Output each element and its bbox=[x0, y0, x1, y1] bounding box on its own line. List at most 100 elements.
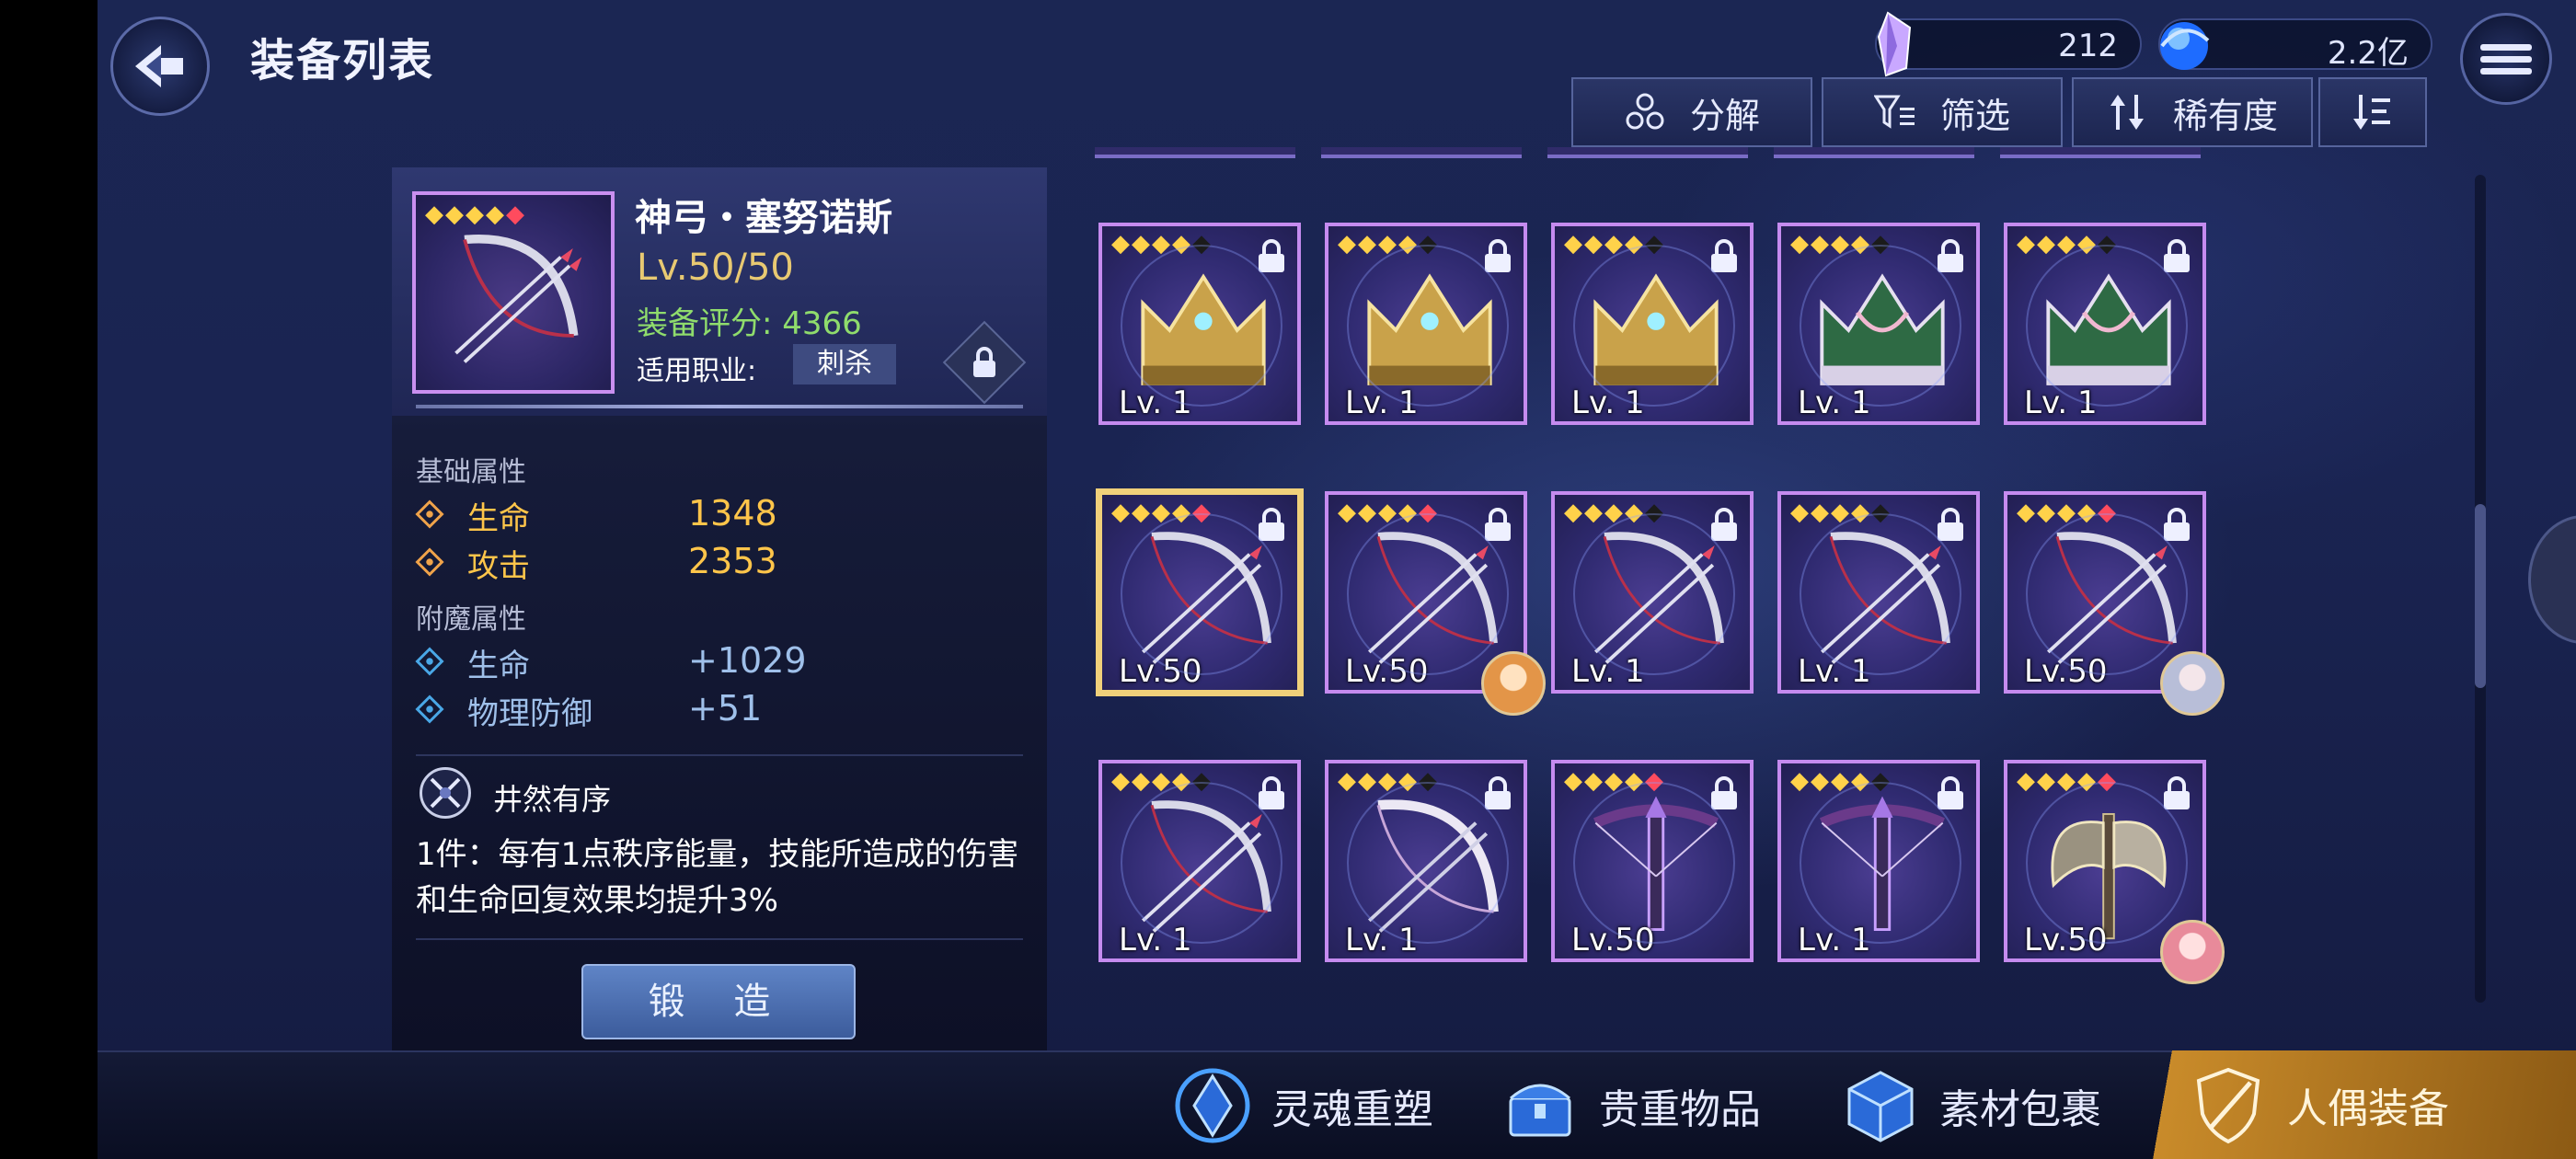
star-icon: ◆ bbox=[1398, 499, 1417, 526]
side-float-button[interactable] bbox=[2528, 515, 2576, 644]
star-icon: ◆ bbox=[1811, 499, 1829, 526]
divider bbox=[416, 754, 1023, 756]
decompose-button[interactable]: 分解 bbox=[1571, 77, 1812, 147]
resource-orb[interactable]: 2.2亿 bbox=[2158, 18, 2432, 72]
scrollbar-thumb[interactable] bbox=[2475, 504, 2486, 688]
axe-icon bbox=[2051, 813, 2167, 940]
inventory-slot[interactable]: ◆ ◆ ◆ ◆ ◆ Lv.50 bbox=[2000, 756, 2225, 984]
star-icon: ◆ bbox=[1871, 230, 1890, 258]
star-icon: ◆ bbox=[1111, 499, 1130, 526]
slot-level: Lv. 1 bbox=[1119, 384, 1192, 421]
lock-icon bbox=[1485, 239, 1511, 272]
bow-red-icon bbox=[1368, 532, 1498, 664]
nav-doll-equipment[interactable]: 人偶装备 bbox=[2116, 1050, 2576, 1159]
sort-arrows-icon bbox=[2110, 95, 2144, 130]
rarity-stars: ◆ ◆ ◆ ◆ ◆ bbox=[1338, 500, 1437, 524]
attr-name: 生命 bbox=[467, 648, 530, 684]
sort-order-icon bbox=[2353, 95, 2390, 130]
star-icon: ◆ bbox=[1584, 499, 1603, 526]
lock-icon bbox=[1938, 239, 1963, 272]
star-icon: ◆ bbox=[1152, 767, 1170, 795]
lock-icon bbox=[2164, 508, 2190, 541]
star-icon: ◆ bbox=[1604, 499, 1623, 526]
star-icon: ◆ bbox=[2017, 767, 2035, 795]
treasure-chest-icon bbox=[1509, 1084, 1571, 1137]
star-icon: ◆ bbox=[2077, 767, 2096, 795]
inventory-slot[interactable]: ◆ ◆ ◆ ◆ ◆ Lv. 1 bbox=[1095, 756, 1305, 966]
inventory-slot[interactable]: ◆ ◆ ◆ ◆ ◆ Lv. 1 bbox=[1547, 219, 1757, 429]
attr-diamond-icon bbox=[415, 647, 444, 676]
crown-green-icon bbox=[2046, 273, 2171, 385]
rarity-stars: ◆ ◆ ◆ ◆ ◆ bbox=[1111, 500, 1211, 524]
lock-icon bbox=[2164, 239, 2190, 272]
menu-button[interactable] bbox=[2460, 13, 2552, 105]
nav-valuables[interactable]: 贵重物品 bbox=[1498, 1058, 1761, 1153]
attr-value: +1029 bbox=[688, 640, 807, 681]
inventory-slot[interactable]: ◆ ◆ ◆ ◆ ◆ Lv.50 bbox=[2000, 488, 2225, 716]
star-icon: ◆ bbox=[2057, 230, 2076, 258]
slot-frame: ◆ ◆ ◆ ◆ ◆ Lv. 1 bbox=[1777, 223, 1980, 425]
back-button[interactable] bbox=[110, 17, 210, 116]
rarity-sort-button[interactable]: 稀有度 bbox=[2072, 77, 2313, 147]
slot-frame: ◆ ◆ ◆ ◆ ◆ Lv.50 bbox=[1551, 760, 1754, 962]
letterbox-left bbox=[0, 0, 98, 1159]
slot-level: Lv. 1 bbox=[2024, 384, 2098, 421]
inventory-slot[interactable]: ◆ ◆ ◆ ◆ ◆ Lv. 1 bbox=[2000, 219, 2210, 429]
attr-value: +51 bbox=[688, 688, 763, 729]
star-icon: ◆ bbox=[1192, 499, 1211, 526]
lock-icon bbox=[1711, 239, 1737, 272]
doll-equipment-icon bbox=[2196, 1067, 2260, 1144]
base-attr-row: 生命 1348 bbox=[415, 493, 1023, 537]
star-icon: ◆ bbox=[1338, 767, 1356, 795]
rarity-stars: ◆ ◆ ◆ ◆ ◆ bbox=[1338, 769, 1437, 793]
star-icon: ◆ bbox=[2037, 230, 2055, 258]
inventory-slot[interactable]: ◆ ◆ ◆ ◆ ◆ Lv. 1 bbox=[1774, 219, 1984, 429]
inventory-slot[interactable]: ◆ ◆ ◆ ◆ ◆ Lv. 1 bbox=[1321, 219, 1531, 429]
equipped-character-avatar bbox=[2160, 920, 2225, 984]
star-icon: ◆ bbox=[1398, 767, 1417, 795]
slot-level: Lv. 1 bbox=[1571, 653, 1645, 690]
nav-material-package[interactable]: 素材包裹 bbox=[1838, 1058, 2101, 1153]
slot-level: Lv.50 bbox=[1119, 653, 1202, 690]
resource-crystal[interactable]: 212 bbox=[1875, 11, 2142, 77]
crown-gold-icon bbox=[1593, 273, 1719, 385]
slot-frame: ◆ ◆ ◆ ◆ ◆ Lv. 1 bbox=[1325, 223, 1527, 425]
inventory-slot[interactable]: ◆ ◆ ◆ ◆ ◆ Lv.50 bbox=[1547, 756, 1757, 966]
star-icon: ◆ bbox=[1132, 230, 1150, 258]
star-icon: ◆ bbox=[1358, 499, 1376, 526]
star-icon: ◆ bbox=[2057, 499, 2076, 526]
star-icon: ◆ bbox=[1338, 230, 1356, 258]
lock-toggle[interactable] bbox=[942, 320, 1027, 405]
crossbow-icon bbox=[1819, 796, 1946, 931]
rarity-stars: ◆ ◆ ◆ ◆ ◆ bbox=[1338, 232, 1437, 256]
inventory-slot[interactable]: ◆ ◆ ◆ ◆ ◆ Lv. 1 bbox=[1547, 488, 1757, 697]
inventory-slot[interactable]: ◆ ◆ ◆ ◆ ◆ Lv. 1 bbox=[1774, 756, 1984, 966]
star-icon: ◆ bbox=[1871, 499, 1890, 526]
attr-diamond-icon bbox=[415, 694, 444, 724]
hamburger-icon bbox=[2480, 39, 2532, 80]
filter-button[interactable]: 筛选 bbox=[1822, 77, 2063, 147]
inventory-slot[interactable]: ◆ ◆ ◆ ◆ ◆ Lv.50 bbox=[1321, 488, 1546, 716]
sort-order-button[interactable] bbox=[2318, 77, 2427, 147]
rarity-stars: ◆ ◆ ◆ ◆ ◆ bbox=[1564, 232, 1663, 256]
crown-gold-icon bbox=[1367, 273, 1492, 385]
item-score: 装备评分: 4366 bbox=[637, 305, 862, 342]
inventory-slot[interactable]: ◆ ◆ ◆ ◆ ◆ Lv. 1 bbox=[1095, 219, 1305, 429]
star-icon: ◆ bbox=[1851, 230, 1869, 258]
nav-label: 人偶装备 bbox=[2287, 1085, 2449, 1132]
inventory-slot[interactable]: ◆ ◆ ◆ ◆ ◆ Lv. 1 bbox=[1321, 756, 1531, 966]
star-icon: ◆ bbox=[1172, 230, 1190, 258]
nav-soul-reshape[interactable]: 灵魂重塑 bbox=[1170, 1058, 1433, 1153]
equipment-detail-panel: ◆ ◆ ◆ ◆ ◆ 神弓・塞努诺斯 Lv.50/50 装备评分: 4366 适用职业: … bbox=[392, 167, 1047, 1050]
star-icon: ◆ bbox=[1625, 767, 1643, 795]
forge-button[interactable]: 锻 造 bbox=[581, 964, 856, 1039]
star-icon: ◆ bbox=[2017, 230, 2035, 258]
lock-icon bbox=[1711, 776, 1737, 809]
star-icon: ◆ bbox=[2057, 767, 2076, 795]
inventory-slot[interactable]: ◆ ◆ ◆ ◆ ◆ Lv.50 bbox=[1095, 488, 1305, 697]
star-icon: ◆ bbox=[1152, 230, 1170, 258]
inventory-slot[interactable]: ◆ ◆ ◆ ◆ ◆ Lv. 1 bbox=[1774, 488, 1984, 697]
slot-level: Lv.50 bbox=[1345, 653, 1429, 690]
decompose-label: 分解 bbox=[1689, 95, 1760, 136]
star-icon: ◆ bbox=[1111, 767, 1130, 795]
